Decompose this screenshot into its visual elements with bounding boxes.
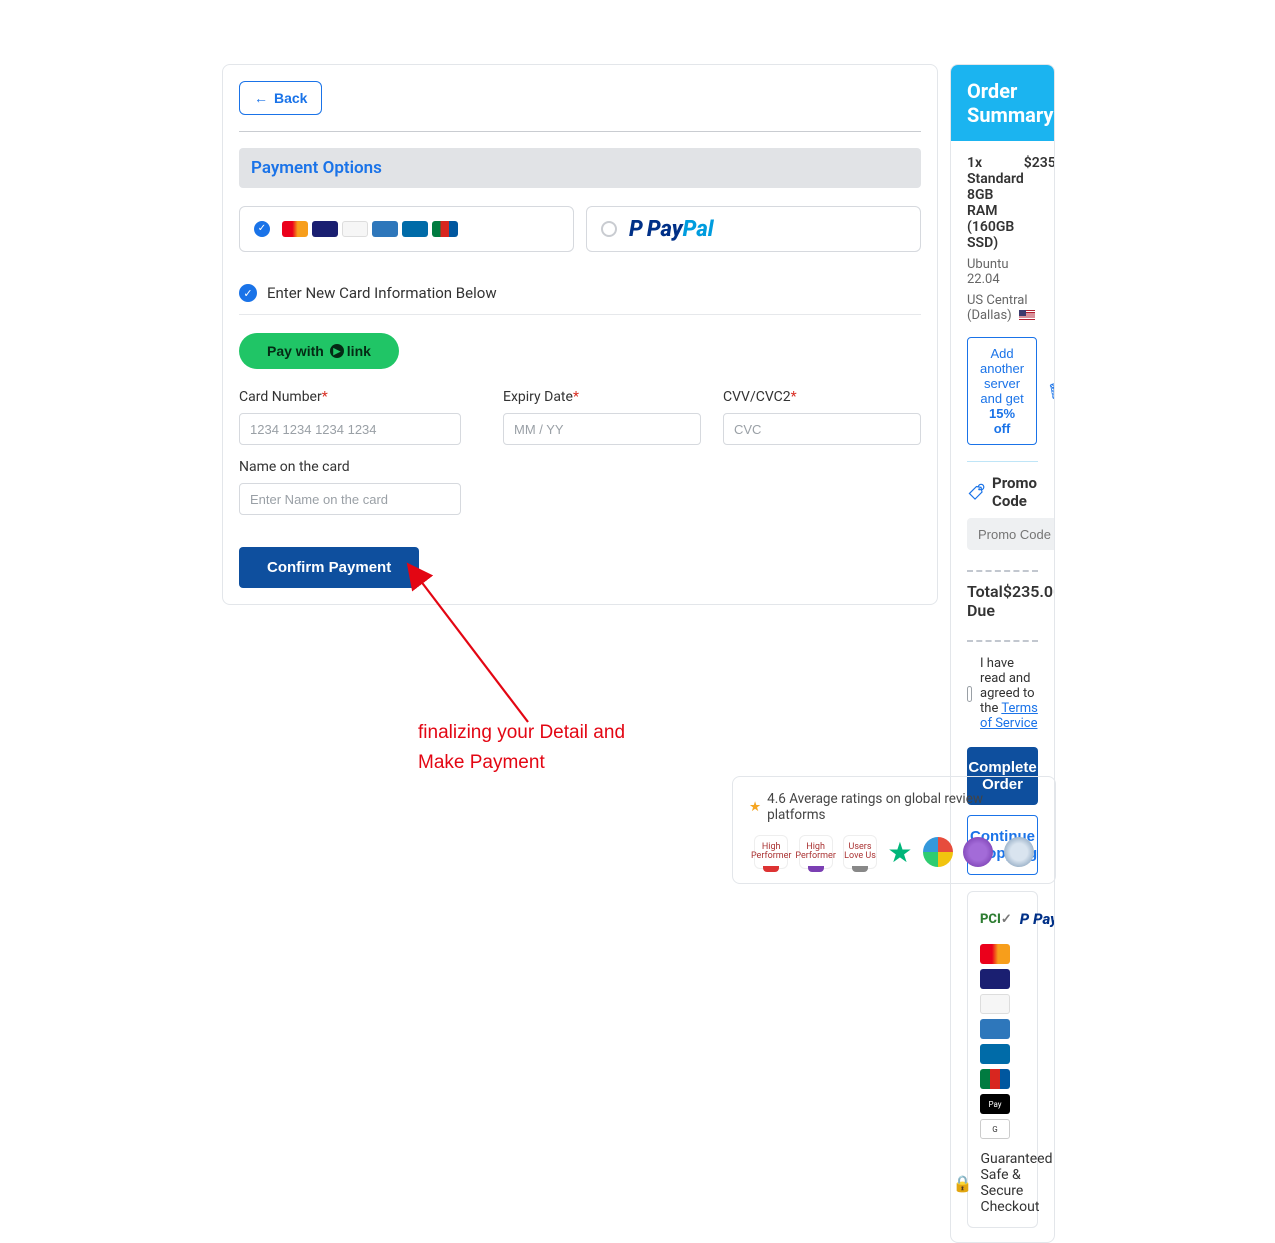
g2-badge-icon: High Performer <box>799 835 833 869</box>
tag-icon: 🏷 <box>968 482 986 501</box>
annotation-text: finalizing your Detail and Make Payment <box>418 718 678 779</box>
arrow-left-icon: ← <box>254 90 268 106</box>
link-brand-icon: ▶ link <box>330 343 371 359</box>
pay-with-link-button[interactable]: Pay with ▶ link <box>239 333 399 369</box>
amex-icon <box>372 221 398 237</box>
name-on-card-label: Name on the card <box>239 459 461 475</box>
pay-with-label: Pay with <box>267 343 324 359</box>
visa-icon <box>312 221 338 237</box>
g2-badge-icon: Users Love Us <box>843 835 877 869</box>
payment-card: ← Back Payment Options P <box>222 64 938 605</box>
discover-icon <box>980 994 1010 1014</box>
dashed-divider <box>967 640 1038 642</box>
review-platform-icon <box>1004 837 1034 867</box>
payment-method-card[interactable] <box>239 206 574 252</box>
order-item-os: Ubuntu 22.04 <box>967 257 1038 287</box>
back-button[interactable]: ← Back <box>239 81 322 115</box>
amex-icon <box>980 1019 1010 1039</box>
order-summary-card: Order Summary 1x Standard 8GB RAM (160GB… <box>950 64 1055 1243</box>
diners-icon <box>980 1044 1010 1064</box>
cvv-label: CVV/CVC2* <box>723 389 921 405</box>
us-flag-icon <box>1019 310 1035 321</box>
discover-icon <box>342 221 368 237</box>
mastercard-icon <box>980 944 1010 964</box>
jcb-icon <box>432 221 458 237</box>
paypal-logo-icon: P PayPal <box>629 217 714 242</box>
tos-text: I have read and agreed to the Terms of S… <box>980 656 1038 731</box>
enter-new-card-header: ✓ Enter New Card Information Below <box>239 276 921 315</box>
confirm-payment-button[interactable]: Confirm Payment <box>239 547 419 588</box>
mastercard-icon <box>282 221 308 237</box>
lock-icon: 🔒 <box>953 1174 973 1193</box>
cvv-input[interactable] <box>723 413 921 445</box>
card-brand-icons <box>282 221 458 237</box>
g2-badge-icon: High Performer <box>754 835 788 869</box>
card-number-input[interactable] <box>239 413 461 445</box>
promo-code-input[interactable] <box>967 518 1055 550</box>
order-summary-title: Order Summary <box>951 65 1054 141</box>
expiry-input[interactable] <box>503 413 701 445</box>
add-another-server-button[interactable]: Add another server and get 15% off <box>967 337 1037 445</box>
accepted-cards-icons: Pay G <box>980 944 1025 1139</box>
order-item-region: US Central (Dallas) <box>967 293 1038 323</box>
divider <box>239 131 921 132</box>
enter-new-card-label: Enter New Card Information Below <box>267 284 497 302</box>
radio-unchecked-icon <box>601 221 617 237</box>
pci-dss-icon: PCI✓PCI DSS <box>980 912 1012 927</box>
name-on-card-input[interactable] <box>239 483 461 515</box>
check-circle-icon: ✓ <box>239 284 257 302</box>
payment-options-header: Payment Options <box>239 148 921 188</box>
reviews-rating-text: 4.6 Average ratings on global review pla… <box>767 791 1039 823</box>
tos-checkbox[interactable] <box>967 686 972 702</box>
trash-icon[interactable]: 🗑 <box>1047 382 1055 401</box>
promo-code-header: 🏷 Promo Code <box>967 474 1038 510</box>
reviews-card: ★ 4.6 Average ratings on global review p… <box>732 776 1056 884</box>
total-due-value: $235.00 <box>1003 582 1055 620</box>
visa-icon <box>980 969 1010 989</box>
review-platform-icon <box>963 837 993 867</box>
trust-badges-box: PCI✓PCI DSS PPayPal Powered by stripe Pa… <box>967 891 1038 1228</box>
card-number-label: Card Number* <box>239 389 461 405</box>
jcb-icon <box>980 1069 1010 1089</box>
safe-checkout-label: Guaranteed Safe & Secure Checkout <box>980 1151 1052 1215</box>
radio-checked-icon <box>254 221 270 237</box>
payment-method-paypal[interactable]: P PayPal <box>586 206 921 252</box>
order-item-price: $235.00/3yr <box>1024 155 1055 251</box>
paypal-trust-icon: PPayPal <box>1020 910 1055 928</box>
diners-icon <box>402 221 428 237</box>
dashed-divider <box>967 570 1038 572</box>
total-due-label: Total Due <box>967 582 1003 620</box>
divider <box>967 461 1038 462</box>
trustpilot-star-icon: ★ <box>887 836 912 869</box>
expiry-label: Expiry Date* <box>503 389 701 405</box>
applepay-icon: Pay <box>980 1094 1010 1114</box>
review-platform-icon <box>923 837 953 867</box>
order-item-name: 1x Standard 8GB RAM (160GB SSD) <box>967 155 1024 251</box>
googlepay-icon: G <box>980 1119 1010 1139</box>
star-icon: ★ <box>749 799 761 815</box>
back-label: Back <box>274 90 307 106</box>
